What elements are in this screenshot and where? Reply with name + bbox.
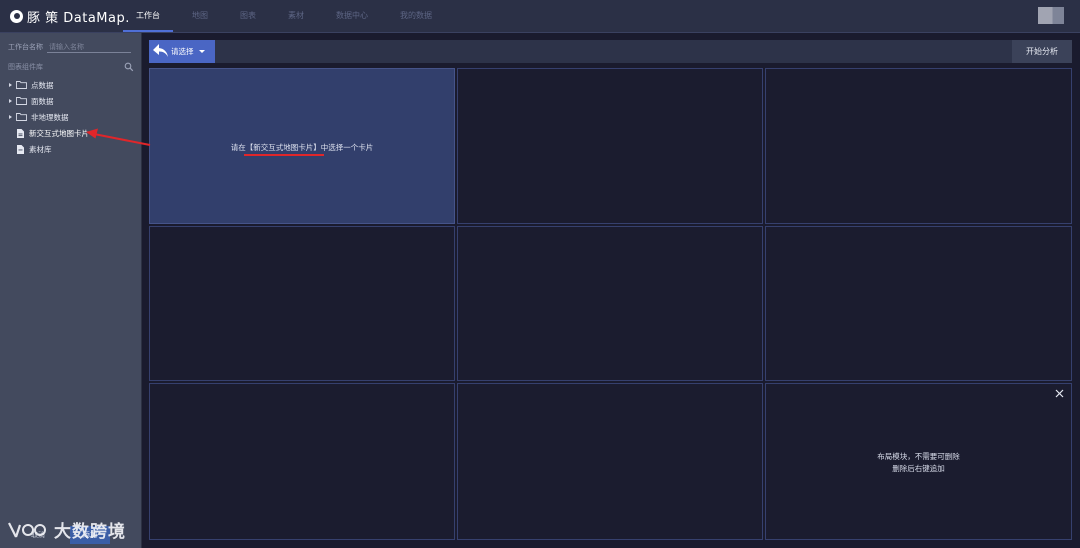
nav-item-data-center[interactable]: 数据中心 [323, 0, 381, 32]
file-icon [17, 128, 24, 138]
layout-cell-9[interactable]: 布局模块，不需要可删除 删除后右键追加 [765, 383, 1072, 540]
layout-cell-7[interactable] [149, 383, 455, 540]
tree-item-non-geo-data[interactable]: 非地理数据 [0, 109, 141, 125]
tree-item-label: 面数据 [31, 96, 54, 106]
tree-item-label: 素材库 [29, 144, 52, 154]
library-header: 图表组件库 [8, 61, 134, 73]
annotation-underline [244, 154, 324, 156]
layout-cell-3[interactable] [765, 68, 1072, 224]
logo-text: 豚 策 DataMap. [27, 10, 130, 26]
file-icon [17, 144, 24, 154]
layout-cell-4[interactable] [149, 226, 455, 381]
workspace-name-input[interactable] [47, 41, 131, 53]
watermark-text: 大数跨境 [54, 522, 126, 542]
search-icon[interactable] [124, 62, 134, 72]
select-dropdown-label: 请选择 [171, 47, 194, 56]
nav-item-my-data[interactable]: 我的数据 [387, 0, 445, 32]
top-nav-bar: 豚 策 DataMap. 工作台 地图 图表 素材 数据中心 我的数据 [0, 0, 1080, 33]
tree-item-label: 新交互式地图卡片 [29, 128, 89, 138]
layout-cell-1[interactable]: 请在【新交互式地图卡片】中选择一个卡片 [149, 68, 455, 224]
caret-right-icon[interactable] [9, 83, 12, 87]
nav-item-material[interactable]: 素材 [275, 0, 317, 32]
logo-icon [10, 9, 23, 23]
layout-cell-5[interactable] [457, 226, 763, 381]
main-toolbar: 请选择 开始分析 [149, 40, 1072, 63]
nav-item-map[interactable]: 地图 [179, 0, 221, 32]
start-analysis-button[interactable]: 开始分析 [1012, 40, 1072, 63]
tree-item-point-data[interactable]: 点数据 [0, 77, 141, 93]
layout-cell-6[interactable] [765, 226, 1072, 381]
nav-item-workbench[interactable]: 工作台 [123, 0, 173, 32]
avatar[interactable] [1038, 7, 1064, 24]
logo[interactable]: 豚 策 DataMap. [10, 8, 130, 26]
tree-item-area-data[interactable]: 面数据 [0, 93, 141, 109]
folder-icon [16, 113, 27, 121]
library-title: 图表组件库 [8, 63, 43, 71]
cell-hint-text: 请在【新交互式地图卡片】中选择一个卡片 [230, 143, 374, 152]
watermark-logo-icon [8, 522, 46, 537]
tree-item-label: 非地理数据 [31, 112, 69, 122]
workspace-name-row: 工作台名称 [8, 41, 131, 53]
layout-cell-2[interactable] [457, 68, 763, 224]
folder-icon [16, 97, 27, 105]
caret-right-icon[interactable] [9, 115, 12, 119]
close-icon[interactable] [1055, 389, 1064, 398]
folder-icon [16, 81, 27, 89]
watermark: 大数跨境 [6, 517, 126, 542]
layout-hint-line1: 布局模块，不需要可删除 [877, 452, 960, 461]
annotation-arrow-icon [86, 128, 151, 146]
layout-grid: 请在【新交互式地图卡片】中选择一个卡片 布局模块，不需要可删除 删除后右键追加 [149, 68, 1072, 540]
caret-right-icon[interactable] [9, 99, 12, 103]
back-arrow-icon[interactable] [151, 41, 170, 60]
workspace-name-label: 工作台名称 [8, 43, 43, 51]
nav-item-chart[interactable]: 图表 [227, 0, 269, 32]
tree-item-label: 点数据 [31, 80, 54, 90]
chevron-down-icon [198, 50, 205, 53]
layout-cell-8[interactable] [457, 383, 763, 540]
layout-hint-line2: 删除后右键追加 [892, 464, 945, 473]
main-nav: 工作台 地图 图表 素材 数据中心 我的数据 [123, 0, 451, 32]
sidebar: 工作台名称 图表组件库 点数据 面数据 非地理数据 新交互式地图卡片 [0, 33, 142, 548]
